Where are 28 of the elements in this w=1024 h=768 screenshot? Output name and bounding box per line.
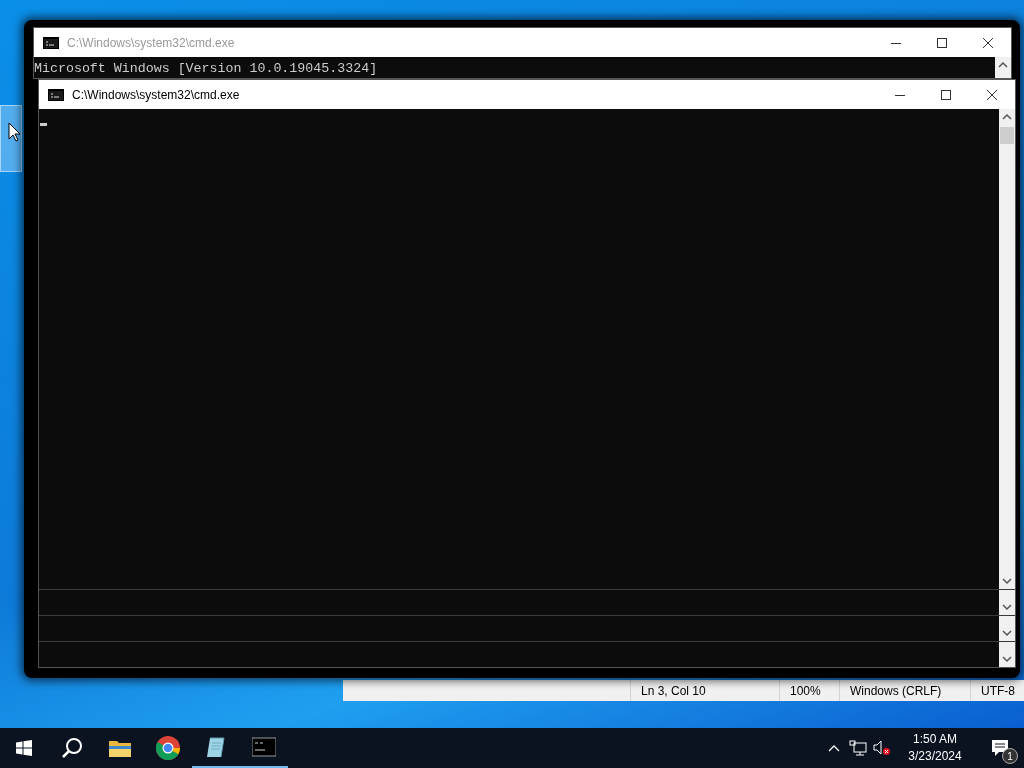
console-icon <box>48 88 64 101</box>
speaker-muted-icon[interactable] <box>873 740 891 756</box>
close-icon <box>983 37 993 48</box>
notepad-icon <box>204 735 228 759</box>
close-icon <box>987 89 997 100</box>
status-text: Windows (CRLF) <box>839 680 970 701</box>
maximize-icon <box>937 37 947 48</box>
console-icon <box>252 737 276 757</box>
mouse-pointer-icon <box>8 122 22 142</box>
desktop-icon-highlight[interactable] <box>0 105 22 172</box>
status-text: Ln 3, Col 10 <box>630 680 779 701</box>
window-title: C:\Windows\system32\cmd.exe <box>67 35 235 50</box>
console-text: Microsoft Windows [Version 10.0.19045.3324] <box>34 61 379 76</box>
window-title: C:\Windows\system32\cmd.exe <box>72 87 240 102</box>
clock[interactable]: 1:50 AM 3/23/2024 <box>894 731 976 765</box>
windows-logo-icon <box>16 740 32 756</box>
notification-button[interactable]: 1 <box>976 728 1024 768</box>
browser-icon <box>156 736 180 760</box>
status-text: UTF-8 <box>970 680 1024 701</box>
maximize-icon <box>941 89 951 100</box>
status-text: 100% <box>779 680 839 701</box>
notification-count: 1 <box>1002 748 1018 764</box>
folder-icon <box>108 738 132 758</box>
network-icon[interactable] <box>849 740 867 756</box>
scrollbar-thumb[interactable] <box>1000 127 1014 144</box>
search-icon <box>61 737 83 759</box>
console-icon <box>43 36 59 49</box>
chevron-up-icon[interactable] <box>828 744 840 752</box>
